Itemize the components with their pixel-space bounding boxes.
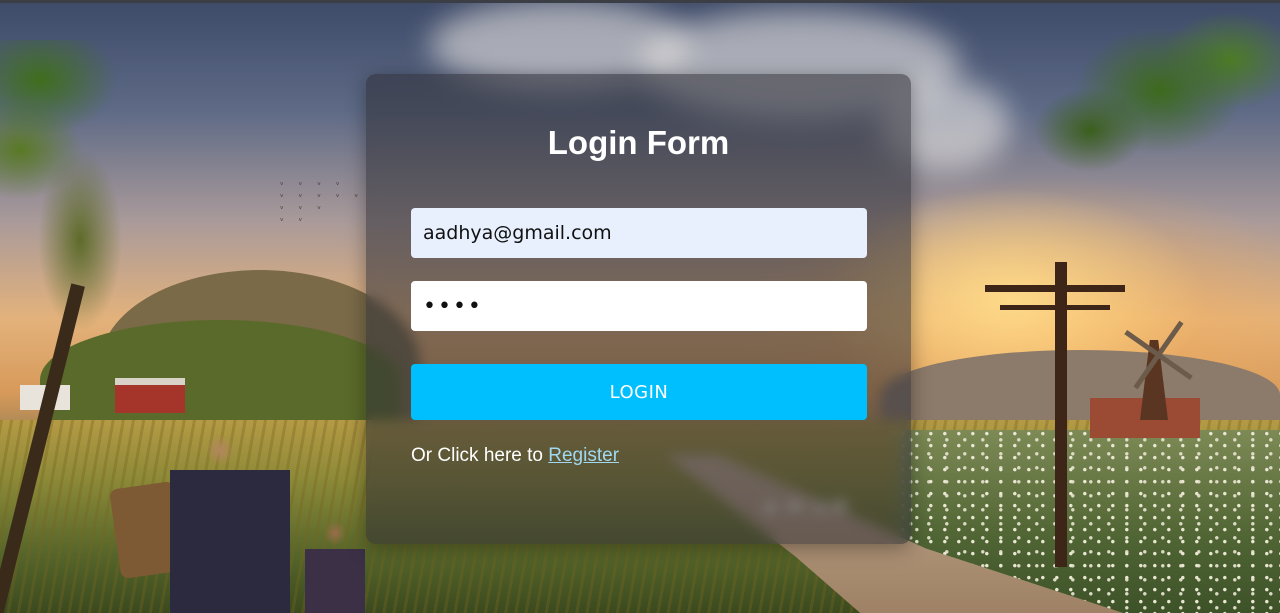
- form-title: Login Form: [547, 124, 730, 161]
- password-field[interactable]: [411, 281, 867, 331]
- login-form-card: Login Form LOGIN Or Click here to Regist…: [366, 74, 911, 544]
- register-link[interactable]: Register: [548, 445, 619, 466]
- register-prefix-text: Or Click here to: [411, 445, 543, 466]
- email-field[interactable]: [411, 208, 867, 258]
- register-prompt: Or Click here to Register: [411, 445, 619, 467]
- window-top-border: [0, 0, 1280, 3]
- login-button[interactable]: LOGIN: [411, 364, 867, 420]
